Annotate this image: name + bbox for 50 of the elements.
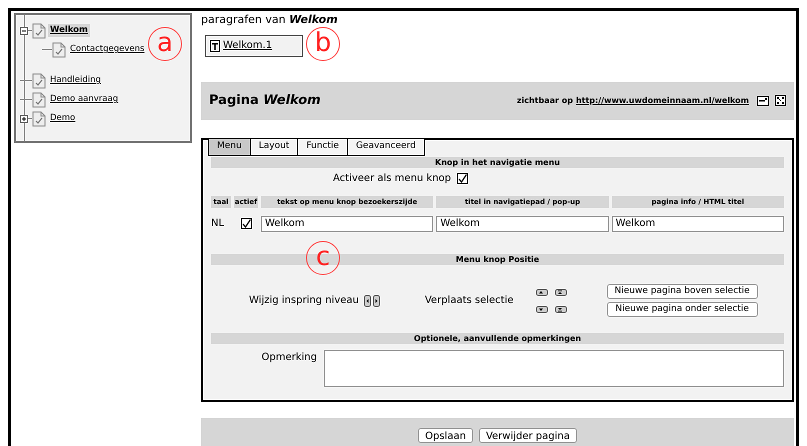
- tree-item[interactable]: Handleiding: [48, 74, 103, 87]
- page-icon: [32, 110, 46, 126]
- text-block-icon: [210, 40, 220, 52]
- checkbox[interactable]: [457, 173, 468, 184]
- move-top-button[interactable]: [554, 288, 567, 296]
- new-page-button[interactable]: Nieuwe pagina onder selectie: [606, 302, 758, 317]
- visible-label: zichtbaar op: [516, 94, 573, 106]
- expand-toggle[interactable]: [20, 114, 28, 122]
- outdent-button[interactable]: [364, 294, 371, 306]
- move-up-button[interactable]: [536, 288, 548, 296]
- move-bottom-button[interactable]: [554, 306, 567, 312]
- page-icon: [32, 22, 46, 38]
- page-url-link[interactable]: http://www.uwdomeinnaam.nl/welkom: [576, 94, 749, 106]
- tree-item[interactable]: Demo aanvraag: [48, 93, 120, 106]
- section-header: Optionele, aanvullende opmerkingen: [211, 332, 784, 344]
- page-icon: [32, 72, 46, 88]
- move-down-button[interactable]: [536, 306, 548, 312]
- callout-marker: b: [306, 27, 340, 61]
- action-button[interactable]: Opslaan: [418, 428, 473, 443]
- page-icon: [52, 42, 66, 58]
- tab[interactable]: Layout: [250, 138, 298, 154]
- indent-button[interactable]: [372, 294, 380, 306]
- text-field[interactable]: Welkom: [261, 216, 434, 232]
- remark-label: Opmerking: [260, 350, 318, 364]
- text-field[interactable]: Welkom: [612, 216, 784, 232]
- section-header: Knop in het navigatie menu: [211, 156, 784, 168]
- page-icon: [32, 92, 46, 108]
- paragraphs-heading: paragrafen van Welkom: [201, 12, 339, 28]
- callout-marker: c: [306, 241, 340, 275]
- paragraph-item[interactable]: Welkom.1: [205, 34, 303, 56]
- indent-label: Wijzig inspring niveau: [249, 294, 359, 308]
- page-title: Pagina Welkom: [209, 92, 321, 110]
- tab[interactable]: Menu: [209, 138, 251, 154]
- text-field[interactable]: Welkom: [436, 216, 609, 232]
- move-label: Verplaats selectie: [424, 294, 514, 308]
- tree-item[interactable]: Welkom: [48, 24, 90, 37]
- tab[interactable]: Geavanceerd: [348, 138, 424, 154]
- tab[interactable]: Functie: [298, 138, 348, 154]
- remark-field[interactable]: [324, 350, 784, 386]
- callout-marker: a: [148, 27, 182, 61]
- language-code: NL: [211, 216, 226, 230]
- action-button[interactable]: Verwijder pagina: [478, 428, 577, 443]
- tree-item[interactable]: Demo: [48, 112, 78, 125]
- activate-label: Activeer als menu knop: [333, 172, 452, 186]
- checkbox[interactable]: [240, 218, 252, 229]
- preview-icon[interactable]: [757, 96, 769, 106]
- new-page-button[interactable]: Nieuwe pagina boven selectie: [606, 284, 758, 299]
- collapse-toggle[interactable]: [20, 26, 28, 34]
- tree-item[interactable]: Contactgegevens: [68, 43, 146, 56]
- qr-code-icon[interactable]: [775, 95, 786, 106]
